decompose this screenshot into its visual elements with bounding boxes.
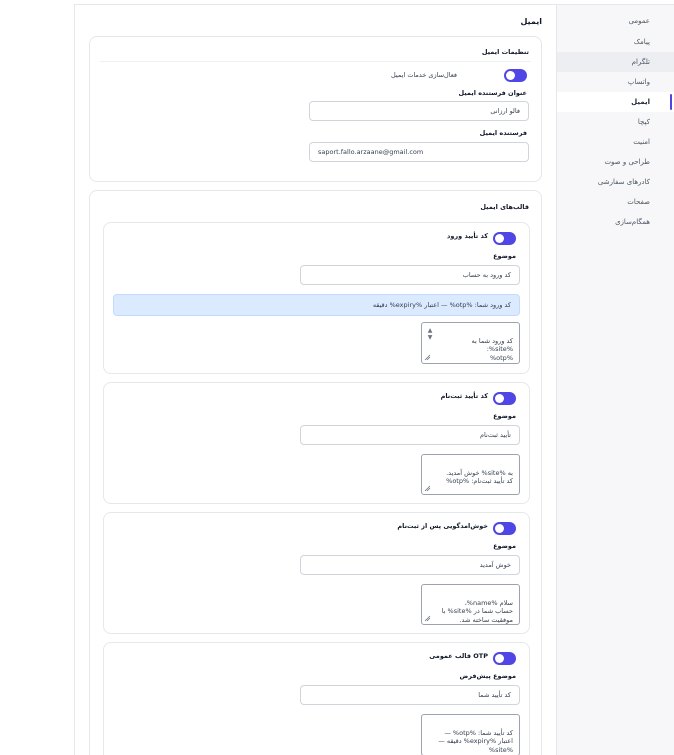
toggle-knob xyxy=(495,654,504,663)
template-generic-body-textarea[interactable]: کد تأیید شما: %otp% — اعتبار %expiry% دق… xyxy=(421,714,520,755)
template-signup-otp: کد تأیید ثبت‌نام موضوع تأیید ثبت‌نام به … xyxy=(103,382,530,504)
template-login-subject-input[interactable]: کد ورود به حساب xyxy=(300,265,520,285)
sender-email-input[interactable]: saport.fallo.arzaane@gmail.com xyxy=(309,142,529,162)
toggle-knob xyxy=(506,71,515,80)
sidebar-item-sync[interactable]: همگام‌سازی xyxy=(557,212,674,232)
toggle-knob xyxy=(495,234,504,243)
template-generic-subject-input[interactable]: کد تأیید شما xyxy=(300,685,520,705)
sidebar-item-captcha[interactable]: کپچا xyxy=(557,112,674,132)
toggle-knob xyxy=(495,524,504,533)
email-templates-card: قالب‌های ایمیل کد تأیید ورود موضوع کد ور… xyxy=(89,190,542,755)
template-welcome-toggle[interactable] xyxy=(493,522,516,535)
sender-title-input[interactable]: فالو ارزانی xyxy=(309,101,529,121)
template-welcome: خوش‌امدگویی پس از ثبت‌نام موضوع خوش آمدی… xyxy=(103,512,530,634)
left-gutter xyxy=(0,0,74,755)
resize-handle-icon[interactable] xyxy=(424,615,431,622)
sender-title-label: عنوان فرستنده ایمیل xyxy=(458,89,527,97)
page-title: ایمیل xyxy=(520,17,542,26)
sidebar-item-pages[interactable]: صفحات xyxy=(557,192,674,212)
template-login-toggle[interactable] xyxy=(493,232,516,245)
textarea-text: سلام %name%، حساب شما در %site% با موفقی… xyxy=(441,598,513,624)
template-welcome-body-textarea[interactable]: سلام %name%، حساب شما در %site% با موفقی… xyxy=(421,584,520,625)
resize-handle-icon[interactable] xyxy=(424,354,431,361)
templates-card-title: قالب‌های ایمیل xyxy=(480,203,529,211)
template-generic-toggle[interactable] xyxy=(493,652,516,665)
subject-label: موضوع xyxy=(493,542,516,550)
subject-label: موضوع xyxy=(493,252,516,260)
template-name: خوش‌امدگویی پس از ثبت‌نام xyxy=(397,522,488,530)
sidebar-item-security[interactable]: امنیت xyxy=(557,132,674,152)
sidebar-item-whatsapp[interactable]: واتساپ xyxy=(557,72,674,92)
sidebar-item-email[interactable]: ایمیل xyxy=(557,92,674,112)
template-login-otp: کد تأیید ورود موضوع کد ورود به حساب کد و… xyxy=(103,222,530,374)
template-name: قالب عمومی OTP xyxy=(429,652,488,660)
template-name: کد تأیید ثبت‌نام xyxy=(440,392,488,400)
email-settings-card: تنظیمات ایمیل فعال‌سازی خدمات ایمیل عنوا… xyxy=(89,36,542,182)
enable-email-toggle[interactable] xyxy=(504,69,527,82)
template-login-preview-info: کد ورود شما: %otp% — اعتبار %expiry% دقی… xyxy=(113,294,520,316)
sidebar-item-sms[interactable]: پیامک xyxy=(557,32,674,52)
scroll-arrows-icon[interactable]: ▲ ▼ xyxy=(425,327,435,341)
sidebar-item-general[interactable]: عمومی xyxy=(557,11,674,31)
subject-label: موضوع xyxy=(493,412,516,420)
template-signup-subject-input[interactable]: تأیید ثبت‌نام xyxy=(300,425,520,445)
enable-email-label: فعال‌سازی خدمات ایمیل xyxy=(391,71,457,79)
template-signup-toggle[interactable] xyxy=(493,392,516,405)
textarea-text: کد ورود شما به %site%: %otp% xyxy=(471,336,514,362)
textarea-text: کد تأیید شما: %otp% — اعتبار %expiry% دق… xyxy=(438,728,513,754)
sidebar-item-design[interactable]: طراحی و صوت xyxy=(557,152,674,172)
sender-label: فرستنده ایمیل xyxy=(479,129,527,137)
default-subject-label: موضوع پیش‌فرض xyxy=(459,672,517,680)
toggle-knob xyxy=(495,394,504,403)
template-welcome-subject-input[interactable]: خوش آمدید xyxy=(300,555,520,575)
resize-handle-icon[interactable] xyxy=(424,485,431,492)
sidebar-item-custom-fields[interactable]: کادرهای سفارشی xyxy=(557,172,674,192)
settings-sidebar: عمومی پیامک تلگرام واتساپ ایمیل کپچا امن… xyxy=(557,4,674,755)
template-generic-otp: قالب عمومی OTP موضوع پیش‌فرض کد تأیید شم… xyxy=(103,642,530,755)
settings-card-title: تنظیمات ایمیل xyxy=(481,48,529,56)
textarea-text: به %site% خوش آمدید. کد تأیید ثبت‌نام: %… xyxy=(446,468,513,486)
main-panel: ایمیل تنظیمات ایمیل فعال‌سازی خدمات ایمی… xyxy=(74,4,557,755)
sidebar-item-telegram[interactable]: تلگرام xyxy=(557,52,674,72)
divider xyxy=(100,61,531,62)
template-login-body-textarea[interactable]: کد ورود شما به %site%: %otp% ▲ ▼ xyxy=(421,322,520,364)
template-name: کد تأیید ورود xyxy=(447,232,488,240)
template-signup-body-textarea[interactable]: به %site% خوش آمدید. کد تأیید ثبت‌نام: %… xyxy=(421,454,520,495)
